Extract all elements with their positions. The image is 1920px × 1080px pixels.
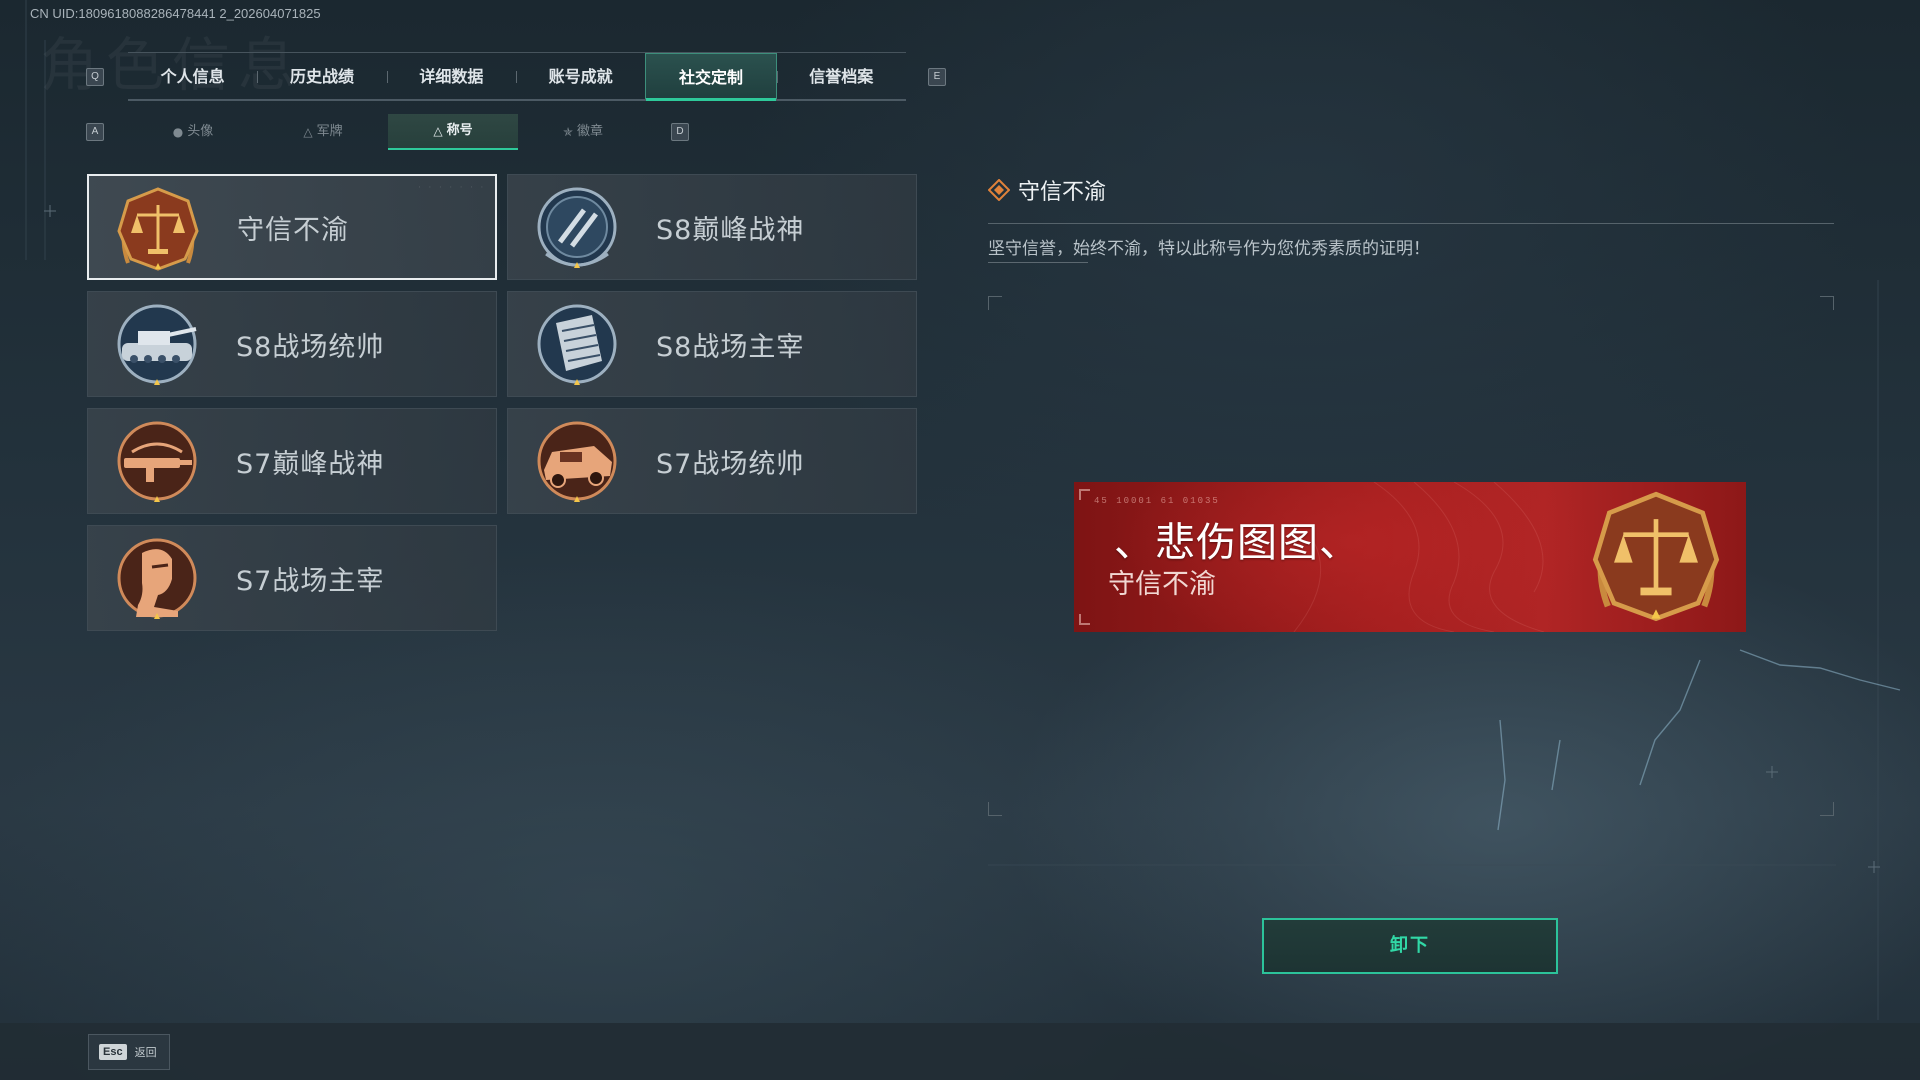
title-card-0[interactable]: 守信不渝 · · · · · · · — [87, 174, 497, 280]
title-card-1[interactable]: S8巅峰战神 — [507, 174, 917, 280]
title-card-label: S7战场统帅 — [656, 448, 805, 480]
s8-tank-emblem-icon — [117, 304, 197, 385]
prev-subtab-key[interactable]: A — [86, 123, 104, 141]
subtab-title[interactable]: △ 称号 — [388, 114, 518, 150]
subtab-label: 军牌 — [316, 124, 343, 139]
nameplate-preview: 45 10001 61 01035 、悲伤图图、 守信不渝 — [1074, 482, 1746, 632]
s8-peak-emblem-icon — [537, 187, 617, 268]
next-tab-key[interactable]: E — [928, 68, 946, 86]
s7-vehicle-emblem-icon — [537, 421, 617, 502]
esc-key: Esc — [99, 1044, 127, 1060]
detail-description: 坚守信誉，始终不渝，特以此称号作为您优秀素质的证明！ — [988, 239, 1430, 259]
diamond-icon — [988, 179, 1010, 201]
title-card-label: S8巅峰战神 — [656, 214, 805, 246]
s7-gun-emblem-icon — [117, 421, 197, 502]
title-card-label: 守信不渝 — [237, 214, 349, 246]
tab-history[interactable]: 历史战绩 — [257, 53, 386, 101]
back-button[interactable]: Esc 返回 — [88, 1034, 170, 1070]
subtab-label: 头像 — [187, 124, 214, 139]
subtab-label: 徽章 — [577, 124, 604, 139]
title-card-label: S7巅峰战神 — [236, 448, 385, 480]
nameplate-title: 守信不渝 — [1108, 569, 1216, 600]
next-subtab-key[interactable]: D — [671, 123, 689, 141]
nameplate-code: 45 10001 61 01035 — [1094, 496, 1220, 506]
title-card-2[interactable]: S8战场统帅 — [87, 291, 497, 397]
s7-soldier-emblem-icon — [117, 538, 197, 619]
person-icon: ● — [172, 125, 184, 139]
title-card-5[interactable]: S7战场统帅 — [507, 408, 917, 514]
frame-corner — [1820, 296, 1834, 310]
title-card-label: S7战场主宰 — [236, 565, 385, 597]
triangle-icon: △ — [433, 124, 443, 138]
subtab-dogtag[interactable]: △ 军牌 — [258, 114, 388, 150]
uid-text: CN UID:1809618088286478441 2_20260407182… — [30, 6, 321, 21]
subtab-label: 称号 — [446, 123, 473, 138]
frame-corner — [988, 802, 1002, 816]
nameplate-player-name: 、悲伤图图、 — [1114, 520, 1360, 566]
detail-header: 守信不渝 — [988, 174, 1106, 206]
scales-emblem-icon — [1592, 491, 1720, 622]
detail-title: 守信不渝 — [1018, 180, 1107, 205]
scales-emblem-icon — [117, 187, 199, 271]
detail-divider — [988, 223, 1834, 224]
tab-reputation[interactable]: 信誉档案 — [776, 53, 906, 101]
badge-icon: ✯ — [562, 125, 574, 139]
tab-personal-info[interactable]: 个人信息 — [128, 53, 257, 101]
card-deco-code: · · · · · · · — [417, 184, 485, 192]
back-label: 返回 — [134, 1046, 157, 1059]
frame-corner — [1820, 802, 1834, 816]
unequip-button[interactable]: 卸下 — [1262, 918, 1558, 974]
tab-achievements[interactable]: 账号成就 — [515, 53, 645, 101]
prev-tab-key[interactable]: Q — [86, 68, 104, 86]
title-card-6[interactable]: S7战场主宰 — [87, 525, 497, 631]
dogtag-icon: △ — [303, 125, 313, 139]
tab-social-custom[interactable]: 社交定制 — [645, 53, 777, 101]
bottom-bar — [0, 1023, 1920, 1080]
subtab-avatar[interactable]: ● 头像 — [128, 114, 258, 150]
tab-detailed-data[interactable]: 详细数据 — [386, 53, 516, 101]
title-card-3[interactable]: S8战场主宰 — [507, 291, 917, 397]
sub-tabs: ● 头像 △ 军牌 △ 称号 ✯ 徽章 — [128, 114, 648, 150]
title-card-label: S8战场统帅 — [236, 331, 385, 363]
detail-tick-deco — [988, 262, 1088, 266]
subtab-badge[interactable]: ✯ 徽章 — [518, 114, 648, 150]
title-card-label: S8战场主宰 — [656, 331, 805, 363]
title-card-4[interactable]: S7巅峰战神 — [87, 408, 497, 514]
frame-corner — [988, 296, 1002, 310]
main-tabs: 个人信息 历史战绩 详细数据 账号成就 社交定制 信誉档案 — [128, 53, 906, 101]
s8-building-emblem-icon — [537, 304, 617, 385]
